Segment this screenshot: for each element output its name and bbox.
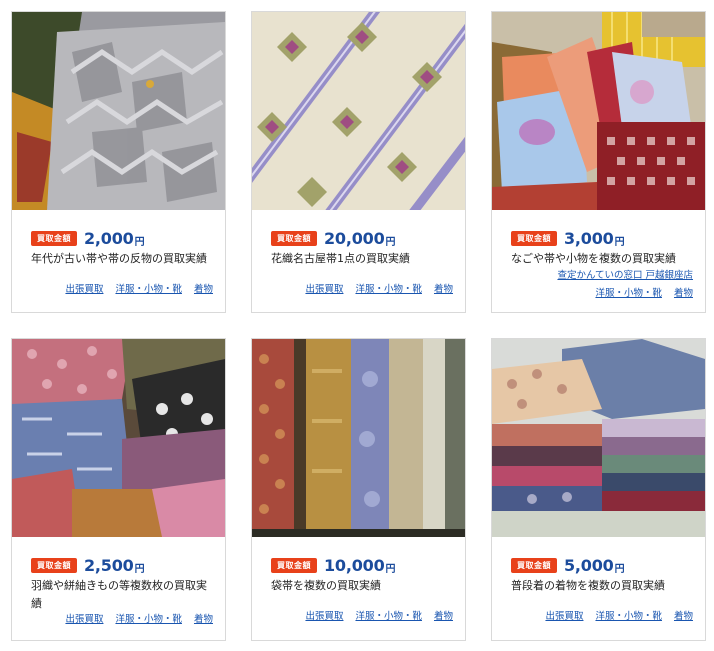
- tag-list: 出張買取 洋服・小物・靴 着物: [12, 281, 213, 295]
- price-value: 10,000: [324, 555, 385, 575]
- card-title[interactable]: なごや帯や小物を複数の買取実績: [511, 250, 693, 268]
- tag-list: 出張買取 洋服・小物・靴 着物: [12, 611, 213, 625]
- price-badge: 買取金額: [31, 230, 77, 246]
- price-badge: 買取金額: [31, 557, 77, 573]
- price-unit: 円: [385, 563, 396, 575]
- shop-link[interactable]: 查定かんていの窓口 戸越銀座店: [492, 269, 693, 283]
- price-value: 5,000: [564, 555, 614, 575]
- fukuro-obi-photo[interactable]: [252, 339, 465, 537]
- price-unit: 円: [614, 563, 625, 575]
- price-value: 3,000: [564, 228, 614, 248]
- price-badge: 買取金額: [511, 557, 557, 573]
- card-title[interactable]: 年代が古い帯や帯の反物の買取実績: [31, 250, 213, 268]
- price-unit: 円: [134, 563, 145, 575]
- price-badge: 買取金額: [271, 557, 317, 573]
- result-card[interactable]: 買取金額 3,000 円 なごや帯や小物を複数の買取実績 查定かんていの窓口 戸…: [491, 11, 706, 313]
- hanaori-nagoya-obi-photo[interactable]: [252, 12, 465, 210]
- tag-link[interactable]: 洋服・小物・靴: [115, 611, 182, 625]
- card-title[interactable]: 羽織や絣紬きもの等複数枚の買取実績: [31, 577, 213, 613]
- price-badge: 買取金額: [271, 230, 317, 246]
- tag-link[interactable]: 着物: [674, 608, 693, 622]
- tag-list: 洋服・小物・靴 着物: [492, 285, 693, 299]
- price-row: 買取金額 2,500 円: [31, 555, 225, 575]
- price-badge: 買取金額: [511, 230, 557, 246]
- tag-link[interactable]: 着物: [434, 608, 453, 622]
- tag-link[interactable]: 着物: [674, 285, 693, 299]
- haori-kasuri-kimono-photo[interactable]: [12, 339, 225, 537]
- price-unit: 円: [385, 236, 396, 248]
- nagoya-obi-accessories-photo[interactable]: [492, 12, 705, 210]
- tag-link[interactable]: 出張買取: [305, 281, 343, 295]
- old-obi-fabric-photo[interactable]: [12, 12, 225, 210]
- everyday-kimono-photo[interactable]: [492, 339, 705, 537]
- tag-link[interactable]: 着物: [434, 281, 453, 295]
- tag-list: 出張買取 洋服・小物・靴 着物: [492, 608, 693, 622]
- tag-link[interactable]: 出張買取: [65, 281, 103, 295]
- tag-list: 出張買取 洋服・小物・靴 着物: [252, 281, 453, 295]
- tag-link[interactable]: 出張買取: [305, 608, 343, 622]
- price-value: 20,000: [324, 228, 385, 248]
- tag-link[interactable]: 出張買取: [65, 611, 103, 625]
- price-row: 買取金額 10,000 円: [271, 555, 465, 575]
- card-title[interactable]: 普段着の着物を複数の買取実績: [511, 577, 693, 595]
- tag-link[interactable]: 着物: [194, 611, 213, 625]
- tag-link[interactable]: 洋服・小物・靴: [355, 608, 422, 622]
- price-row: 買取金額 2,000 円: [31, 228, 225, 248]
- price-unit: 円: [614, 236, 625, 248]
- price-value: 2,000: [84, 228, 134, 248]
- tag-link[interactable]: 洋服・小物・靴: [355, 281, 422, 295]
- card-title[interactable]: 袋帯を複数の買取実績: [271, 577, 453, 595]
- price-row: 買取金額 20,000 円: [271, 228, 465, 248]
- result-card[interactable]: 買取金額 20,000 円 花織名古屋帯1点の買取実績 出張買取 洋服・小物・靴…: [251, 11, 466, 313]
- price-row: 買取金額 3,000 円: [511, 228, 705, 248]
- result-card[interactable]: 買取金額 2,000 円 年代が古い帯や帯の反物の買取実績 出張買取 洋服・小物…: [11, 11, 226, 313]
- price-row: 買取金額 5,000 円: [511, 555, 705, 575]
- tag-link[interactable]: 洋服・小物・靴: [595, 608, 662, 622]
- price-value: 2,500: [84, 555, 134, 575]
- tag-link[interactable]: 着物: [194, 281, 213, 295]
- result-card[interactable]: 買取金額 10,000 円 袋帯を複数の買取実績 出張買取 洋服・小物・靴 着物: [251, 338, 466, 641]
- tag-link[interactable]: 出張買取: [545, 608, 583, 622]
- price-unit: 円: [134, 236, 145, 248]
- tag-link[interactable]: 洋服・小物・靴: [595, 285, 662, 299]
- tag-link[interactable]: 洋服・小物・靴: [115, 281, 182, 295]
- tag-list: 出張買取 洋服・小物・靴 着物: [252, 608, 453, 622]
- card-title[interactable]: 花織名古屋帯1点の買取実績: [271, 250, 453, 268]
- result-card[interactable]: 買取金額 2,500 円 羽織や絣紬きもの等複数枚の買取実績 出張買取 洋服・小…: [11, 338, 226, 641]
- result-card[interactable]: 買取金額 5,000 円 普段着の着物を複数の買取実績 出張買取 洋服・小物・靴…: [491, 338, 706, 641]
